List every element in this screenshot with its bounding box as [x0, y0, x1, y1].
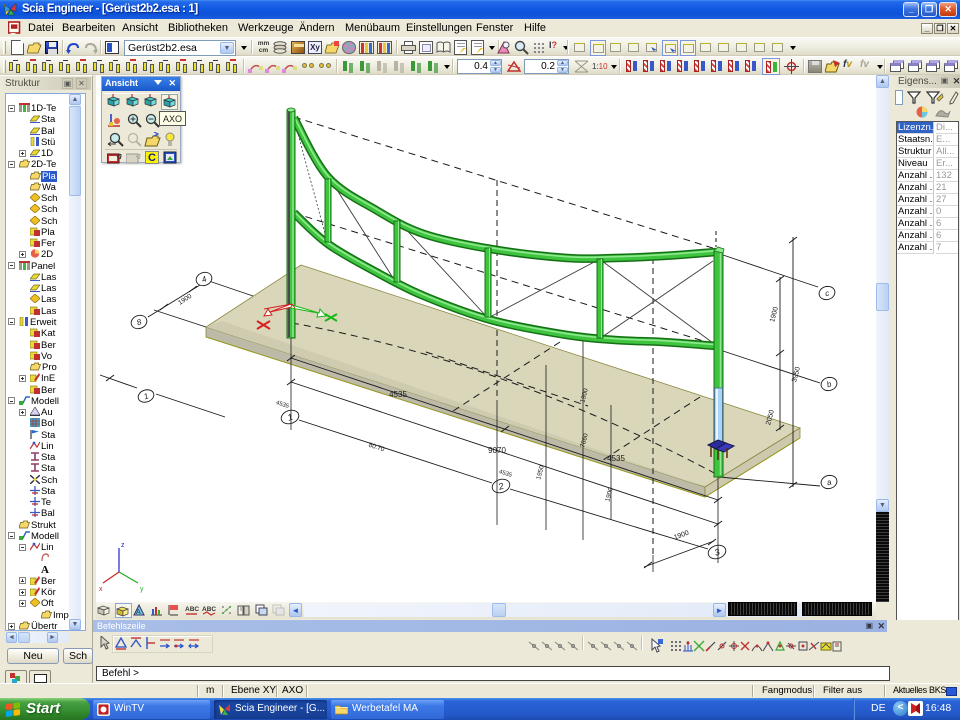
svg-text:1900: 1900: [769, 306, 780, 323]
svg-text:4535: 4535: [275, 400, 290, 410]
svg-text:A: A: [136, 609, 141, 616]
svg-text:4535: 4535: [607, 454, 625, 463]
svg-text:1900: 1900: [177, 293, 193, 307]
svg-text:80.70: 80.70: [368, 442, 386, 454]
svg-text:x: x: [99, 586, 103, 593]
svg-text:4535: 4535: [389, 390, 407, 399]
svg-text:1900: 1900: [604, 486, 615, 502]
svg-text:ABC: ABC: [202, 606, 216, 613]
svg-text:1950: 1950: [535, 464, 546, 480]
svg-text:4535: 4535: [498, 469, 513, 479]
svg-text:z: z: [121, 542, 125, 549]
svg-text:ABC: ABC: [185, 606, 199, 613]
svg-text:1900: 1900: [673, 530, 690, 542]
svg-text:y: y: [140, 586, 144, 593]
